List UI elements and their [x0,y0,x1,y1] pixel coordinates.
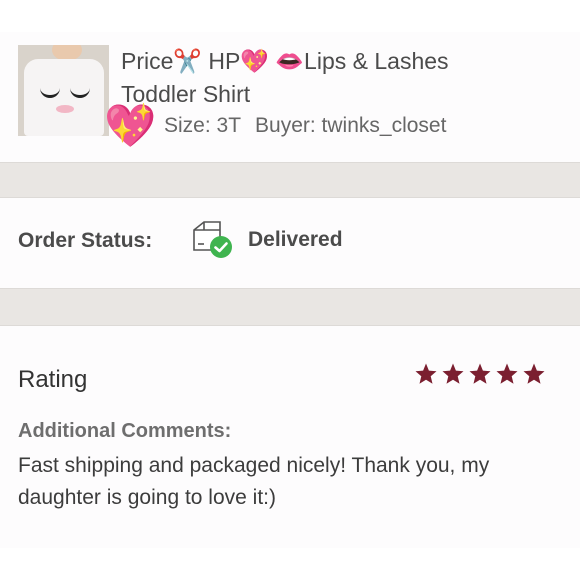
listing-title-line1: Price✂️ HP💖 👄Lips & Lashes [121,48,449,74]
order-status-value: Delivered [248,228,343,251]
thumbnail-lips [56,105,74,113]
star-icon [415,363,437,384]
rating-card: Rating Additional Comments: Fast shippin… [0,326,580,548]
star-icon [442,363,464,384]
thumbnail-shirt [24,59,104,136]
listing-card[interactable]: Price✂️ HP💖 👄Lips & Lashes Toddler Shirt… [0,32,580,162]
listing-title[interactable]: Price✂️ HP💖 👄Lips & Lashes Toddler Shirt [121,45,571,111]
page-bottom [0,548,580,580]
additional-comments-text: Fast shipping and packaged nicely! Thank… [18,454,490,509]
section-divider [0,288,580,326]
product-thumbnail[interactable] [18,45,109,136]
order-review-screen: Price✂️ HP💖 👄Lips & Lashes Toddler Shirt… [0,0,580,580]
section-divider [0,162,580,198]
additional-comments-label: Additional Comments: [18,420,232,442]
star-icon [523,363,545,384]
star-icon [469,363,491,384]
listing-size: Size: 3T [164,114,242,137]
sparkling-heart-icon: 💖 [104,102,157,149]
order-status-label: Order Status: [18,229,153,252]
rating-stars [414,362,546,386]
order-status-card: Order Status: Delivered [0,198,580,288]
box-check-icon [193,221,232,258]
listing-title-line2: Toddler Shirt [121,81,251,107]
rating-label: Rating [18,366,88,393]
star-icon [496,363,518,384]
listing-buyer: Buyer: twinks_closet [255,114,447,137]
listing-meta: Size: 3T Buyer: twinks_closet [164,112,446,140]
